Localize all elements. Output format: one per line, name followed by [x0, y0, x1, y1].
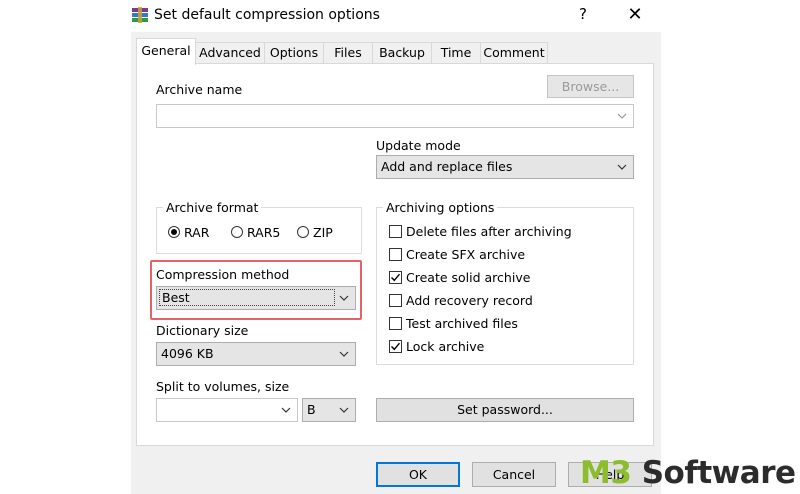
watermark-prefix: M3: [580, 455, 632, 491]
archive-format-legend: Archive format: [163, 200, 262, 215]
checkmark-icon: [391, 342, 401, 351]
radio-rar-label[interactable]: RAR: [184, 225, 209, 240]
update-mode-value: Add and replace files: [381, 159, 513, 174]
browse-button[interactable]: Browse...: [547, 75, 634, 98]
chevron-down-icon: [339, 295, 349, 301]
compression-method-value: Best: [159, 289, 335, 306]
compression-method-select[interactable]: Best: [156, 286, 356, 310]
chevron-down-icon: [281, 407, 291, 413]
checkbox-delete-files-label[interactable]: Delete files after archiving: [406, 224, 572, 239]
split-volumes-input[interactable]: [156, 398, 298, 422]
tab-comment[interactable]: Comment: [480, 42, 548, 63]
checkbox-test-files[interactable]: [389, 317, 402, 330]
help-title-button[interactable]: ?: [573, 5, 593, 27]
window-title: Set default compression options: [154, 7, 380, 23]
winrar-icon: [132, 7, 148, 23]
close-button[interactable]: ✕: [624, 4, 646, 26]
split-unit-value: B: [307, 402, 316, 417]
chevron-down-icon: [339, 351, 349, 357]
tab-time[interactable]: Time: [431, 42, 481, 63]
radio-rar5-label[interactable]: RAR5: [247, 225, 280, 240]
dictionary-size-value: 4096 KB: [161, 346, 214, 361]
compression-method-label: Compression method: [156, 267, 290, 282]
checkbox-create-solid-label[interactable]: Create solid archive: [406, 270, 530, 285]
checkbox-lock-archive-label[interactable]: Lock archive: [406, 339, 484, 354]
m3-software-watermark: M3 Software: [580, 455, 796, 491]
chevron-down-icon: [617, 164, 627, 170]
set-password-button[interactable]: Set password...: [376, 398, 634, 422]
radio-zip-label[interactable]: ZIP: [313, 225, 333, 240]
radio-selected-dot: [171, 229, 177, 235]
checkbox-create-solid[interactable]: [389, 271, 402, 284]
tab-options[interactable]: Options: [264, 42, 324, 63]
tab-files[interactable]: Files: [323, 42, 373, 63]
archive-name-label: Archive name: [156, 82, 243, 97]
update-mode-label: Update mode: [376, 138, 461, 153]
dictionary-size-label: Dictionary size: [156, 323, 249, 338]
archive-name-input[interactable]: [156, 104, 634, 128]
checkbox-create-sfx[interactable]: [389, 248, 402, 261]
dictionary-size-select[interactable]: 4096 KB: [156, 342, 356, 366]
checkbox-test-files-label[interactable]: Test archived files: [406, 316, 518, 331]
checkbox-recovery-record-label[interactable]: Add recovery record: [406, 293, 533, 308]
split-volumes-label: Split to volumes, size: [156, 379, 290, 394]
checkbox-lock-archive[interactable]: [389, 340, 402, 353]
checkbox-create-sfx-label[interactable]: Create SFX archive: [406, 247, 525, 262]
radio-zip[interactable]: [297, 226, 309, 238]
checkbox-delete-files[interactable]: [389, 225, 402, 238]
watermark-text: Software: [641, 455, 796, 491]
chevron-down-icon: [339, 407, 349, 413]
checkmark-icon: [391, 273, 401, 282]
cancel-button[interactable]: Cancel: [472, 462, 556, 487]
checkbox-recovery-record[interactable]: [389, 294, 402, 307]
archiving-options-legend: Archiving options: [383, 200, 498, 215]
radio-rar[interactable]: [168, 226, 180, 238]
chevron-down-icon: [617, 113, 627, 119]
update-mode-select[interactable]: Add and replace files: [376, 155, 634, 179]
ok-button[interactable]: OK: [376, 462, 460, 487]
tab-backup[interactable]: Backup: [372, 42, 432, 63]
split-unit-select[interactable]: B: [302, 398, 356, 422]
tab-general[interactable]: General: [136, 38, 196, 65]
radio-rar5[interactable]: [231, 226, 243, 238]
tab-advanced[interactable]: Advanced: [195, 42, 265, 63]
